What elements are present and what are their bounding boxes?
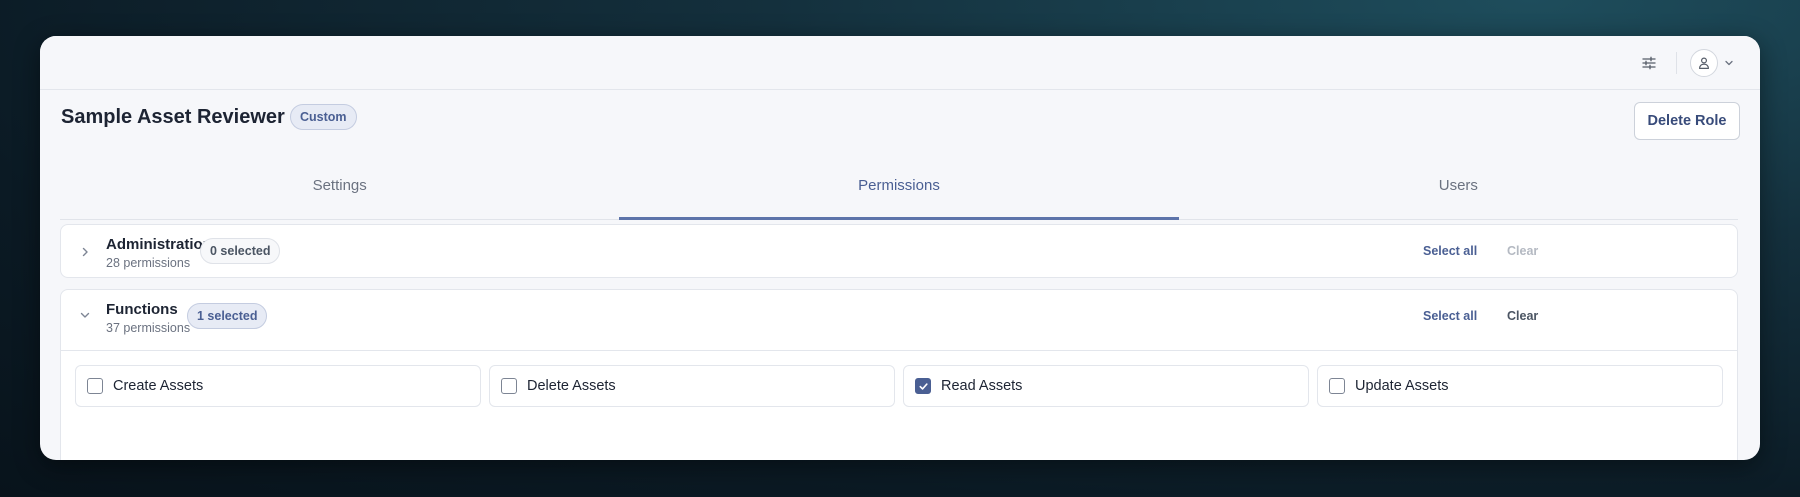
topbar-divider <box>1676 52 1677 74</box>
permission-label: Delete Assets <box>527 378 616 394</box>
group-permission-count: 37 permissions <box>106 321 191 335</box>
top-bar <box>40 36 1760 90</box>
permission-label: Update Assets <box>1355 378 1449 394</box>
tab-permissions[interactable]: Permissions <box>619 156 1179 220</box>
permission-item-read-assets[interactable]: Read Assets <box>903 365 1309 407</box>
checkbox[interactable] <box>87 378 103 394</box>
page-title: Sample Asset Reviewer <box>61 106 285 128</box>
permission-item-update-assets[interactable]: Update Assets <box>1317 365 1723 407</box>
checkbox[interactable] <box>1329 378 1345 394</box>
permission-list: Create Assets Delete Assets Read Assets … <box>61 350 1737 421</box>
tab-bar: Settings Permissions Users <box>60 156 1738 220</box>
group-name: Administration <box>106 236 212 253</box>
permission-item-create-assets[interactable]: Create Assets <box>75 365 481 407</box>
filter-settings-button[interactable] <box>1637 51 1661 75</box>
group-permission-count: 28 permissions <box>106 256 191 270</box>
tab-users[interactable]: Users <box>1179 156 1738 219</box>
role-type-badge: Custom <box>290 104 357 130</box>
app-window: Sample Asset Reviewer Custom Delete Role… <box>40 36 1760 460</box>
user-icon <box>1699 57 1709 69</box>
permission-item-delete-assets[interactable]: Delete Assets <box>489 365 895 407</box>
select-all-button[interactable]: Select all <box>1423 309 1477 323</box>
permission-label: Read Assets <box>941 378 1023 394</box>
delete-role-button[interactable]: Delete Role <box>1634 102 1740 140</box>
select-all-button[interactable]: Select all <box>1423 244 1477 258</box>
clear-button[interactable]: Clear <box>1507 244 1538 258</box>
selected-count-badge: 0 selected <box>200 238 281 264</box>
checkbox[interactable] <box>501 378 517 394</box>
group-header: Administration 28 permissions 0 selected… <box>61 225 1737 279</box>
avatar-menu-toggle[interactable] <box>1723 57 1735 69</box>
clear-button[interactable]: Clear <box>1507 309 1538 323</box>
tab-settings[interactable]: Settings <box>60 156 619 219</box>
checkbox-checked[interactable] <box>915 378 931 394</box>
permission-group-administration: Administration 28 permissions 0 selected… <box>60 224 1738 278</box>
collapse-toggle[interactable] <box>77 307 93 323</box>
group-name: Functions <box>106 301 178 318</box>
permission-label: Create Assets <box>113 378 204 394</box>
group-header: Functions 37 permissions 1 selected Sele… <box>61 290 1737 352</box>
expand-toggle[interactable] <box>77 244 93 260</box>
permission-group-functions: Functions 37 permissions 1 selected Sele… <box>60 289 1738 460</box>
chevron-down-icon <box>80 312 90 318</box>
sliders-icon <box>1642 56 1656 70</box>
selected-count-badge: 1 selected <box>187 303 268 329</box>
check-icon <box>918 382 928 390</box>
chevron-right-icon <box>82 247 88 257</box>
chevron-down-icon <box>1725 60 1733 66</box>
avatar[interactable] <box>1690 49 1718 77</box>
